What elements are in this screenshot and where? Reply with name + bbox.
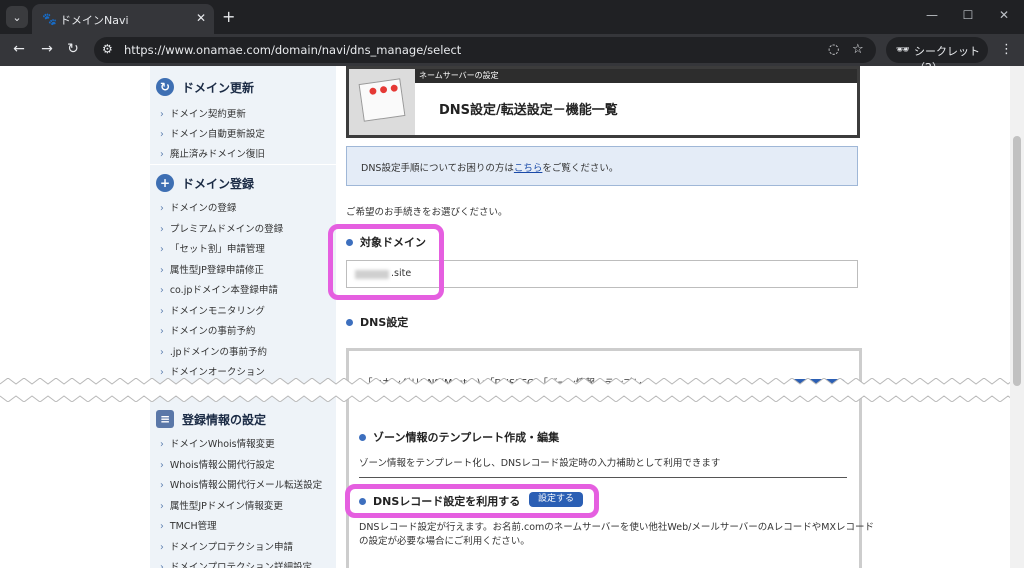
sidebar-divider [150, 164, 336, 165]
page-header: ● ● ● ネームサーバーの設定 DNS設定/転送設定－機能一覧 [346, 66, 860, 138]
sidebar-item[interactable]: co.jpドメイン本登録申請 [160, 282, 278, 296]
address-bar[interactable]: ⚙ https://www.onamae.com/domain/navi/dns… [94, 37, 876, 63]
target-domain-highlight [328, 224, 444, 300]
tab-search-chevron-icon[interactable]: ⌄ [6, 6, 28, 28]
url-text[interactable]: https://www.onamae.com/domain/navi/dns_m… [124, 43, 461, 57]
bookmark-star-icon[interactable]: ☆ [852, 42, 864, 57]
torn-edge-separator [0, 378, 1024, 402]
notice-prefix: DNS設定手順についてお困りの方は [361, 163, 514, 174]
sidebar-item[interactable]: TMCH管理 [160, 518, 217, 532]
sidebar-heading-label: ドメイン更新 [182, 81, 255, 95]
sidebar-item[interactable]: ドメインモニタリング [160, 303, 265, 317]
header-band-label: ネームサーバーの設定 [419, 71, 499, 80]
back-icon[interactable]: ← [10, 41, 28, 57]
favicon-icon: 🐾 [42, 12, 57, 26]
sidebar-item[interactable]: ドメインオークション [160, 364, 265, 378]
sidebar-item[interactable]: ドメイン契約更新 [160, 106, 246, 120]
sidebar-item[interactable]: .jpドメインの事前予約 [160, 344, 267, 358]
dns-record-description-1: DNSレコード設定が行えます。お名前.comのネームサーバーを使い他社Web/メ… [359, 522, 874, 533]
sidebar-item[interactable]: Whois情報公開代行メール転送設定 [160, 477, 322, 491]
sidebar: ↻ ドメイン更新 ドメイン契約更新 ドメイン自動更新設定 廃止済みドメイン復旧 … [150, 66, 336, 568]
web-page: ↻ ドメイン更新 ドメイン契約更新 ドメイン自動更新設定 廃止済みドメイン復旧 … [0, 66, 1024, 568]
zone-template-heading: ゾーン情報のテンプレート作成・編集 [359, 429, 559, 445]
page-title: DNS設定/転送設定－機能一覧 [439, 103, 618, 118]
sidebar-heading-label: 登録情報の設定 [182, 413, 267, 427]
sidebar-item[interactable]: 「セット割」申請管理 [160, 241, 265, 255]
sidebar-item[interactable]: 属性型JPドメイン情報変更 [160, 498, 283, 512]
help-notice: DNS設定手順についてお困りの方はこちらをご覧ください。 [346, 146, 858, 186]
instruction-text: ご希望のお手続きをお選びください。 [346, 207, 508, 218]
sidebar-item[interactable]: ドメインWhois情報変更 [160, 436, 275, 450]
sidebar-item[interactable]: ドメインの事前予約 [160, 323, 256, 337]
active-tab[interactable]: 🐾 ドメインNavi ✕ [32, 4, 214, 34]
book-icon: ≡ [156, 410, 174, 428]
zone-template-description: ゾーン情報をテンプレート化し、DNSレコード設定時の入力補助として利用できます [359, 458, 721, 469]
page-scrollbar[interactable] [1010, 66, 1024, 568]
section-divider [359, 477, 847, 478]
tab-strip: ⌄ 🐾 ドメインNavi ✕ + — ☐ ✕ [0, 0, 1024, 34]
incognito-icon: 🕶 [896, 43, 910, 56]
sidebar-heading-renew: ↻ ドメイン更新 [150, 74, 336, 100]
maximize-icon[interactable]: ☐ [958, 8, 978, 22]
dns-settings-heading: DNS設定 [346, 314, 408, 330]
help-link[interactable]: こちら [514, 163, 543, 174]
browser-toolbar: ← → ↻ ⚙ https://www.onamae.com/domain/na… [0, 34, 1024, 74]
close-tab-icon[interactable]: ✕ [196, 11, 206, 25]
dns-card-icon: ● ● ● [349, 69, 415, 135]
sidebar-item[interactable]: ドメインプロテクション申請 [160, 539, 293, 553]
eye-off-icon[interactable]: ◌ [828, 42, 839, 57]
plus-circle-icon: + [156, 174, 174, 192]
scrollbar-thumb[interactable] [1013, 136, 1021, 386]
incognito-profile-button[interactable]: 🕶 シークレット（2） [886, 37, 988, 74]
forward-icon[interactable]: → [38, 41, 56, 57]
sidebar-item[interactable]: ドメイン自動更新設定 [160, 126, 265, 140]
sidebar-item[interactable]: 属性型JP登録申請修正 [160, 262, 264, 276]
minimize-icon[interactable]: — [922, 8, 942, 22]
sidebar-item[interactable]: ドメインの登録 [160, 200, 237, 214]
notice-text: DNS設定手順についてお困りの方はこちらをご覧ください。 [361, 160, 618, 174]
site-info-icon[interactable]: ⚙ [102, 42, 113, 56]
sidebar-heading-register: + ドメイン登録 [150, 170, 336, 196]
header-band: ネームサーバーの設定 [415, 69, 857, 83]
tab-title: ドメインNavi [60, 14, 129, 27]
notice-suffix: をご覧ください。 [542, 163, 619, 174]
dns-record-highlight [345, 484, 599, 518]
reload-icon[interactable]: ↻ [64, 41, 82, 57]
menu-kebab-icon[interactable]: ⋮ [1000, 42, 1013, 57]
sidebar-item[interactable]: Whois情報公開代行設定 [160, 457, 275, 471]
sidebar-item[interactable]: ドメインプロテクション詳細設定 [160, 559, 312, 568]
refresh-circle-icon: ↻ [156, 78, 174, 96]
sidebar-item[interactable]: プレミアムドメインの登録 [160, 221, 283, 235]
new-tab-icon[interactable]: + [222, 7, 235, 26]
window-close-icon[interactable]: ✕ [994, 8, 1014, 22]
sidebar-item[interactable]: 廃止済みドメイン復旧 [160, 146, 265, 160]
sidebar-heading-label: ドメイン登録 [182, 177, 255, 191]
dns-record-description-2: の設定が必要な場合にご利用ください。 [359, 536, 530, 547]
sidebar-heading-info: ≡ 登録情報の設定 [150, 406, 336, 432]
